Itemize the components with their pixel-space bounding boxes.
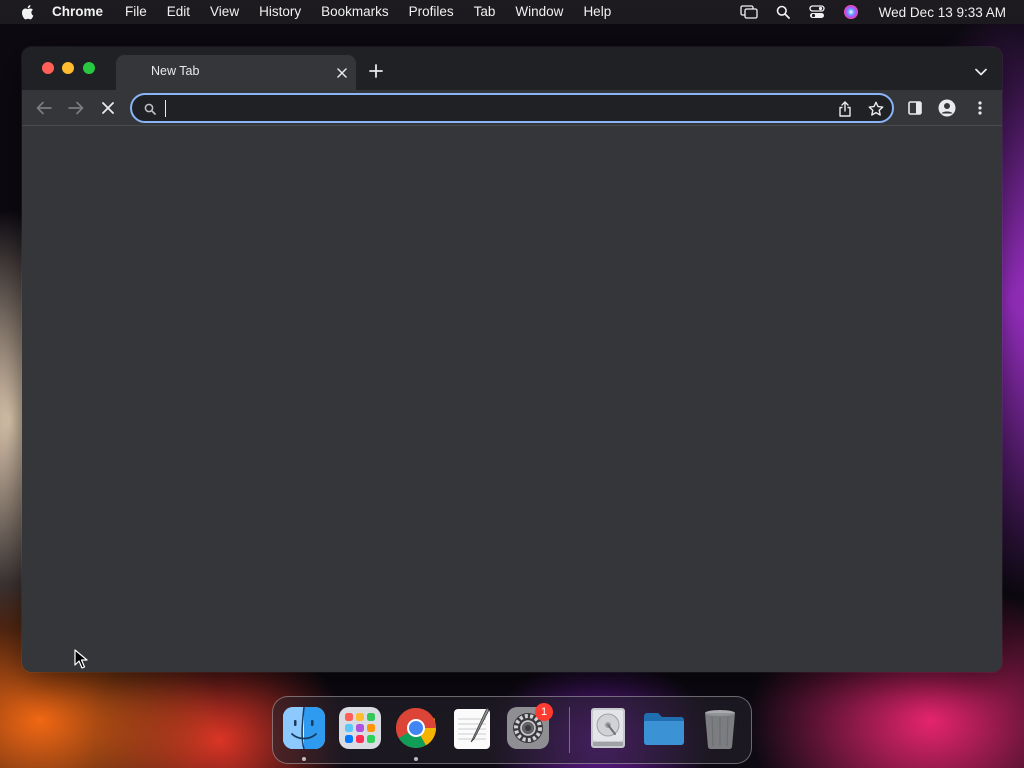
dock-separator	[569, 707, 570, 753]
mouse-cursor-icon	[74, 649, 88, 669]
window-minimize-button[interactable]	[62, 62, 74, 74]
finder-icon[interactable]	[281, 705, 327, 751]
close-icon[interactable]	[334, 65, 350, 81]
dock: 1	[272, 696, 752, 764]
window-fullscreen-button[interactable]	[83, 62, 95, 74]
running-indicator	[302, 757, 306, 761]
page-content[interactable]	[22, 126, 1002, 672]
address-bar[interactable]	[130, 93, 894, 123]
search-icon	[142, 101, 158, 117]
control-center-icon[interactable]	[807, 0, 827, 24]
tab-title: New Tab	[151, 64, 200, 78]
running-indicator	[414, 757, 418, 761]
menu-file[interactable]: File	[115, 0, 157, 24]
menu-bookmarks[interactable]: Bookmarks	[311, 0, 399, 24]
plus-icon[interactable]	[367, 62, 385, 80]
spotlight-search-icon[interactable]	[773, 0, 793, 24]
siri-icon[interactable]	[841, 0, 861, 24]
menu-edit[interactable]: Edit	[157, 0, 200, 24]
browser-toolbar	[22, 90, 1002, 126]
apple-logo-icon[interactable]	[18, 0, 36, 24]
menu-profiles[interactable]: Profiles	[399, 0, 464, 24]
forward-arrow-icon[interactable]	[66, 98, 86, 118]
window-close-button[interactable]	[42, 62, 54, 74]
disk-icon[interactable]	[585, 705, 631, 751]
notification-badge: 1	[535, 703, 553, 721]
tab-new-tab[interactable]: New Tab	[116, 55, 356, 90]
menu-view[interactable]: View	[200, 0, 249, 24]
star-icon[interactable]	[867, 100, 885, 118]
tab-strip: New Tab	[22, 47, 1002, 90]
menu-history[interactable]: History	[249, 0, 311, 24]
menu-clock[interactable]: Wed Dec 13 9:33 AM	[879, 5, 1006, 20]
menu-app-chrome[interactable]: Chrome	[52, 0, 115, 24]
launchpad-icon[interactable]	[337, 705, 383, 751]
trash-icon[interactable]	[697, 705, 743, 751]
chrome-icon[interactable]	[393, 705, 439, 751]
menu-tab[interactable]: Tab	[464, 0, 506, 24]
status-area: Wed Dec 13 9:33 AM	[739, 0, 1006, 24]
address-input[interactable]	[164, 97, 788, 121]
menu-bar: Chrome File Edit View History Bookmarks …	[0, 0, 1024, 24]
menu-window[interactable]: Window	[505, 0, 573, 24]
screen-mirroring-icon[interactable]	[739, 0, 759, 24]
more-vertical-icon[interactable]	[970, 98, 990, 118]
back-arrow-icon[interactable]	[34, 98, 54, 118]
menu-help[interactable]: Help	[573, 0, 621, 24]
profile-icon[interactable]	[937, 98, 957, 118]
textedit-icon[interactable]	[449, 705, 495, 751]
text-caret	[165, 100, 166, 117]
side-panel-icon[interactable]	[905, 98, 925, 118]
folder-icon[interactable]	[641, 705, 687, 751]
chevron-down-icon[interactable]	[972, 63, 990, 81]
share-icon[interactable]	[836, 100, 854, 118]
browser-window: New Tab	[22, 47, 1002, 672]
stop-loading-icon[interactable]	[98, 98, 118, 118]
